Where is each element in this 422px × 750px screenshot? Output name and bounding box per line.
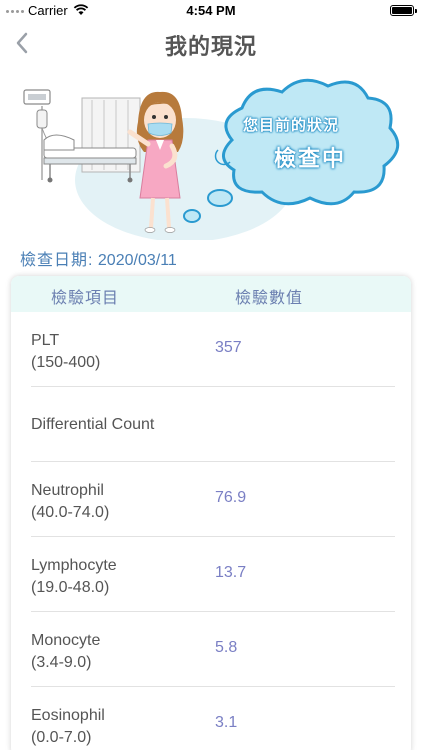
bubble-status-value: 檢查中 (274, 146, 347, 171)
table-row: Eosinophil (0.0-7.0) 3.1 (31, 687, 395, 750)
row-name: Neutrophil (40.0-74.0) (31, 482, 110, 521)
check-date: 檢查日期: 2020/03/11 (20, 246, 177, 270)
bubble-status-label: 您目前的狀況 (243, 117, 340, 134)
table-row: Monocyte (3.4-9.0) 5.8 (31, 612, 395, 687)
row-name: PLT (150-400) (31, 332, 101, 371)
row-value: 357 (215, 339, 242, 356)
results-table: 檢驗項目 檢驗數值 PLT (150-400) 357 Differential … (11, 276, 411, 750)
page-title: 我的現況 (164, 34, 257, 59)
clock: 4:54 PM (186, 3, 236, 18)
check-date-label: 檢查日期: (20, 252, 94, 269)
row-name: Differential Count (31, 416, 155, 433)
row-value: 3.1 (215, 714, 238, 731)
column-header-value: 檢驗數值 (235, 290, 304, 307)
battery-icon (390, 5, 417, 16)
column-header-item: 檢驗項目 (51, 290, 120, 307)
row-value: 5.8 (215, 639, 238, 656)
table-row: PLT (150-400) 357 (31, 312, 395, 387)
status-bar: Carrier 4:54 PM (0, 0, 422, 22)
table-header: 檢驗項目 檢驗數值 (11, 276, 411, 312)
table-row: Differential Count (31, 387, 395, 462)
row-name: Lymphocyte (19.0-48.0) (31, 557, 117, 596)
check-date-value: 2020/03/11 (97, 252, 177, 269)
table-row: Lymphocyte (19.0-48.0) 13.7 (31, 537, 395, 612)
row-value: 76.9 (215, 489, 247, 506)
table-row: Neutrophil (40.0-74.0) 76.9 (31, 462, 395, 537)
row-name: Monocyte (3.4-9.0) (31, 632, 101, 671)
row-name: Eosinophil (0.0-7.0) (31, 707, 105, 746)
row-value: 13.7 (215, 564, 247, 581)
table-body: PLT (150-400) 357 Differential Count Neut… (11, 312, 411, 750)
